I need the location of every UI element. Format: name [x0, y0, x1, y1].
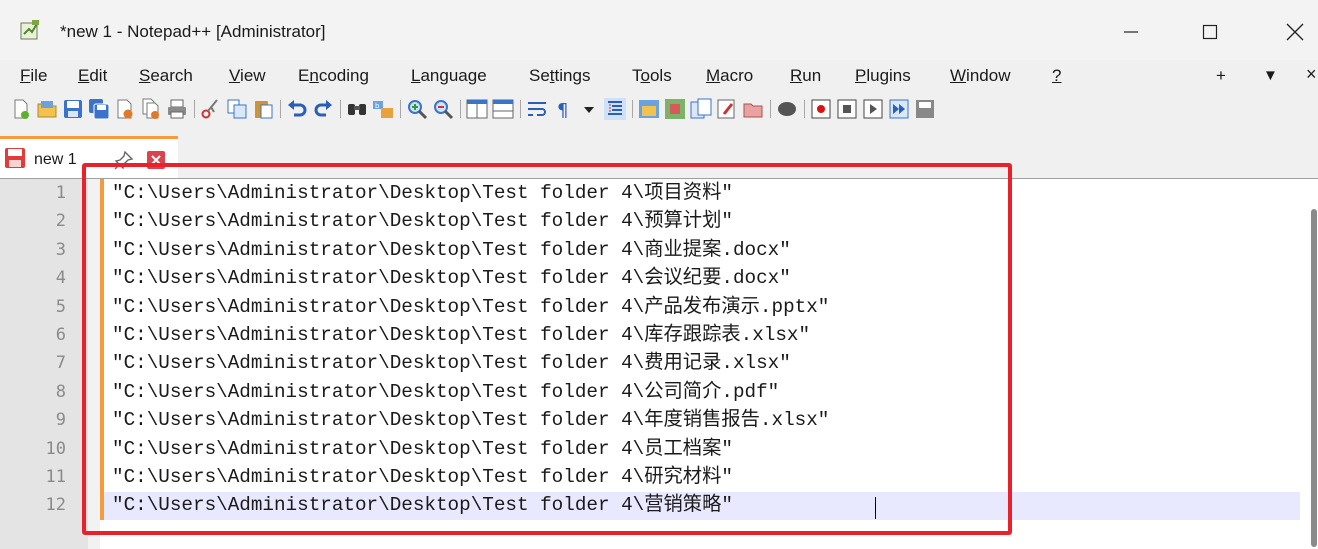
minimize-button[interactable] [1108, 12, 1154, 52]
copy-icon[interactable] [226, 98, 248, 120]
minimize-icon [1124, 31, 1138, 33]
menu-file[interactable]: File [20, 66, 47, 86]
toolbar-separator [632, 100, 633, 118]
window-title: *new 1 - Notepad++ [Administrator] [60, 22, 326, 41]
toolbar-separator [400, 100, 401, 118]
line-number: 11 [45, 467, 66, 487]
maximize-icon [1202, 24, 1218, 40]
undo-icon[interactable] [286, 98, 308, 120]
line-number: 1 [55, 183, 66, 203]
folder-icon[interactable] [742, 98, 764, 120]
sync-horizontal-icon[interactable] [492, 98, 514, 120]
new-file-icon[interactable] [10, 98, 32, 120]
line-number: 5 [55, 296, 66, 317]
play-macro-icon[interactable] [862, 98, 884, 120]
new-tab-button[interactable]: + [1216, 66, 1226, 86]
close-file-icon[interactable] [114, 98, 136, 120]
maximize-button[interactable] [1187, 12, 1233, 52]
toolbar: b ¶ [0, 92, 1318, 132]
function-list-icon[interactable] [690, 98, 712, 120]
save-macro-icon[interactable] [914, 98, 936, 120]
paste-icon[interactable] [252, 98, 274, 120]
print-icon[interactable] [166, 98, 188, 120]
menu-plugins[interactable]: Plugins [855, 66, 911, 86]
line-number: 12 [45, 495, 66, 516]
line-number: 10 [45, 438, 66, 459]
line-number: 2 [55, 211, 66, 232]
toolbar-separator [194, 100, 195, 118]
save-icon[interactable] [62, 98, 84, 120]
svg-text:b: b [375, 102, 380, 110]
scrollbar-thumb[interactable] [1311, 209, 1317, 547]
sync-vertical-icon[interactable] [466, 98, 488, 120]
menu-macro[interactable]: Macro [706, 66, 753, 86]
toolbar-separator [520, 100, 521, 118]
record-macro-icon[interactable] [810, 98, 832, 120]
indent-guide-icon[interactable] [604, 98, 626, 120]
menu-help[interactable]: ? [1052, 66, 1061, 86]
highlight-annotation-box [82, 163, 1012, 535]
save-status-icon [5, 148, 25, 168]
svg-text:¶: ¶ [557, 100, 568, 120]
close-icon [1286, 23, 1304, 41]
user-lang-icon[interactable] [638, 98, 660, 120]
toolbar-separator [280, 100, 281, 118]
line-number: 8 [55, 381, 66, 402]
close-button[interactable] [1272, 12, 1318, 52]
run-macro-multiple-icon[interactable] [888, 98, 910, 120]
close-document-button[interactable]: × [1306, 64, 1317, 85]
menu-tools[interactable]: Tools [632, 66, 672, 86]
toolbar-separator [770, 100, 771, 118]
menu-bar: File Edit Search View Encoding Language … [0, 60, 1318, 90]
doc-map-icon[interactable] [664, 98, 686, 120]
menu-settings[interactable]: Settings [529, 66, 590, 86]
toolbar-separator [804, 100, 805, 118]
title-bar: *new 1 - Notepad++ [Administrator] [0, 0, 1318, 60]
find-icon[interactable] [346, 98, 368, 120]
replace-icon[interactable]: b [372, 98, 394, 120]
menu-run[interactable]: Run [790, 66, 821, 86]
open-file-icon[interactable] [36, 98, 58, 120]
close-all-icon[interactable] [140, 98, 162, 120]
save-all-icon[interactable] [88, 98, 110, 120]
line-number: 7 [55, 353, 66, 374]
menu-encoding[interactable]: Encoding [298, 66, 369, 86]
toolbar-separator [340, 100, 341, 118]
zoom-out-icon[interactable] [432, 98, 454, 120]
tab-label: new 1 [34, 151, 77, 168]
menu-window[interactable]: Window [950, 66, 1010, 86]
redo-icon[interactable] [312, 98, 334, 120]
app-icon [20, 20, 39, 40]
tab-list-button[interactable]: ▼ [1263, 67, 1278, 84]
dropdown-icon[interactable] [578, 98, 600, 120]
line-number: 9 [55, 410, 66, 431]
menu-edit[interactable]: Edit [78, 66, 107, 86]
toolbar-separator [460, 100, 461, 118]
line-number: 4 [55, 268, 66, 289]
menu-language[interactable]: Language [411, 66, 487, 86]
line-number: 6 [55, 325, 66, 345]
folder-workspace-icon[interactable] [716, 98, 738, 120]
show-all-chars-icon[interactable]: ¶ [552, 98, 574, 120]
zoom-in-icon[interactable] [406, 98, 428, 120]
line-number: 3 [55, 239, 66, 260]
cut-icon[interactable] [200, 98, 222, 120]
monitoring-icon[interactable] [776, 98, 798, 120]
stop-record-icon[interactable] [836, 98, 858, 120]
menu-view[interactable]: View [229, 66, 266, 86]
word-wrap-icon[interactable] [526, 98, 548, 120]
menu-search[interactable]: Search [139, 66, 193, 86]
